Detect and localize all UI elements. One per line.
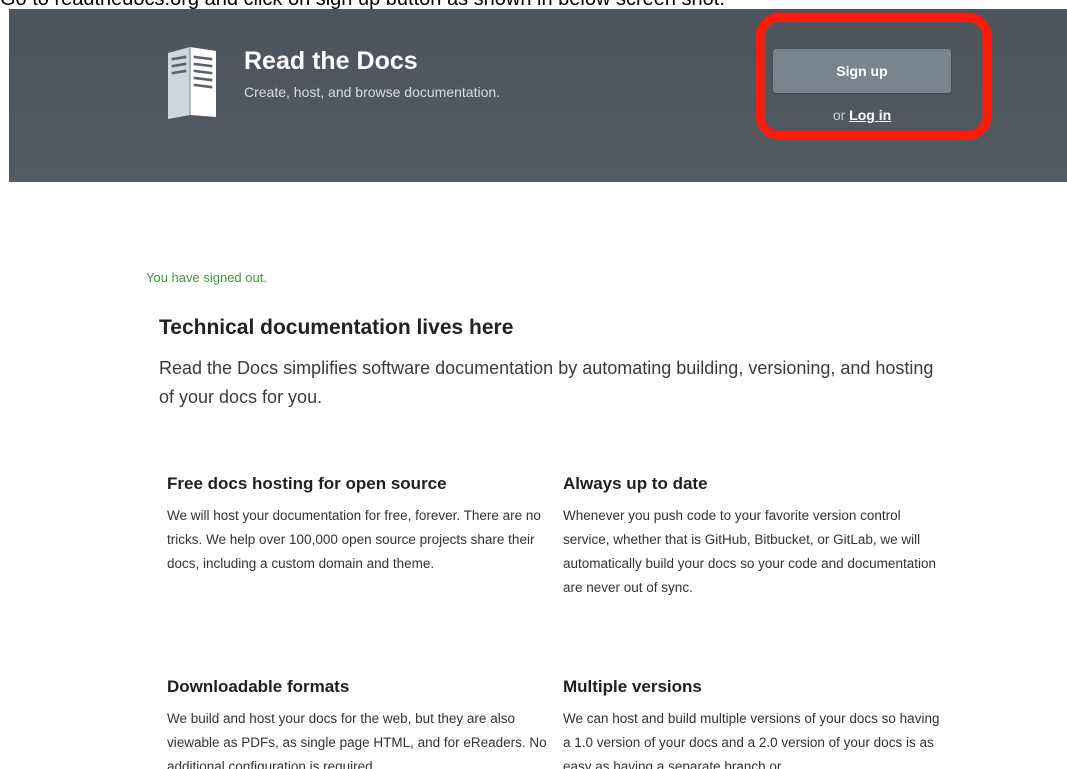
feature-body: We will host your documentation for free… <box>167 508 541 571</box>
screenshot-canvas: Go to readthedocs.org and click on sign … <box>0 0 1067 769</box>
brand-title[interactable]: Read the Docs <box>244 47 418 76</box>
login-row: or Log in <box>773 107 951 123</box>
feature-free-hosting: Free docs hosting for open source We wil… <box>167 474 547 576</box>
flash-message: You have signed out. <box>146 270 267 285</box>
feature-body: We can host and build multiple versions … <box>563 711 940 769</box>
left-gutter <box>0 9 9 769</box>
feature-title: Free docs hosting for open source <box>167 474 447 493</box>
feature-title: Multiple versions <box>563 677 702 696</box>
instruction-caption: Go to readthedocs.org and click on sign … <box>0 0 1067 9</box>
login-link[interactable]: Log in <box>849 107 891 123</box>
page-heading: Technical documentation lives here <box>159 316 514 339</box>
site-header: Read the Docs Create, host, and browse d… <box>9 9 1067 182</box>
feature-always-up-to-date: Always up to date Whenever you push code… <box>563 474 943 600</box>
feature-multiple-versions: Multiple versions We can host and build … <box>563 677 943 769</box>
book-document-icon <box>168 47 216 119</box>
login-prefix: or <box>832 107 846 123</box>
main-content: You have signed out. Technical documenta… <box>9 182 1039 769</box>
feature-title: Downloadable formats <box>167 677 350 696</box>
feature-body: We build and host your docs for the web,… <box>167 711 547 769</box>
feature-body: Whenever you push code to your favorite … <box>563 508 936 595</box>
feature-downloadable-formats: Downloadable formats We build and host y… <box>167 677 547 769</box>
brand-tagline: Create, host, and browse documentation. <box>244 84 501 100</box>
signup-button[interactable]: Sign up <box>773 49 951 93</box>
feature-title: Always up to date <box>563 474 708 493</box>
page-lead: Read the Docs simplifies software docume… <box>159 358 934 407</box>
